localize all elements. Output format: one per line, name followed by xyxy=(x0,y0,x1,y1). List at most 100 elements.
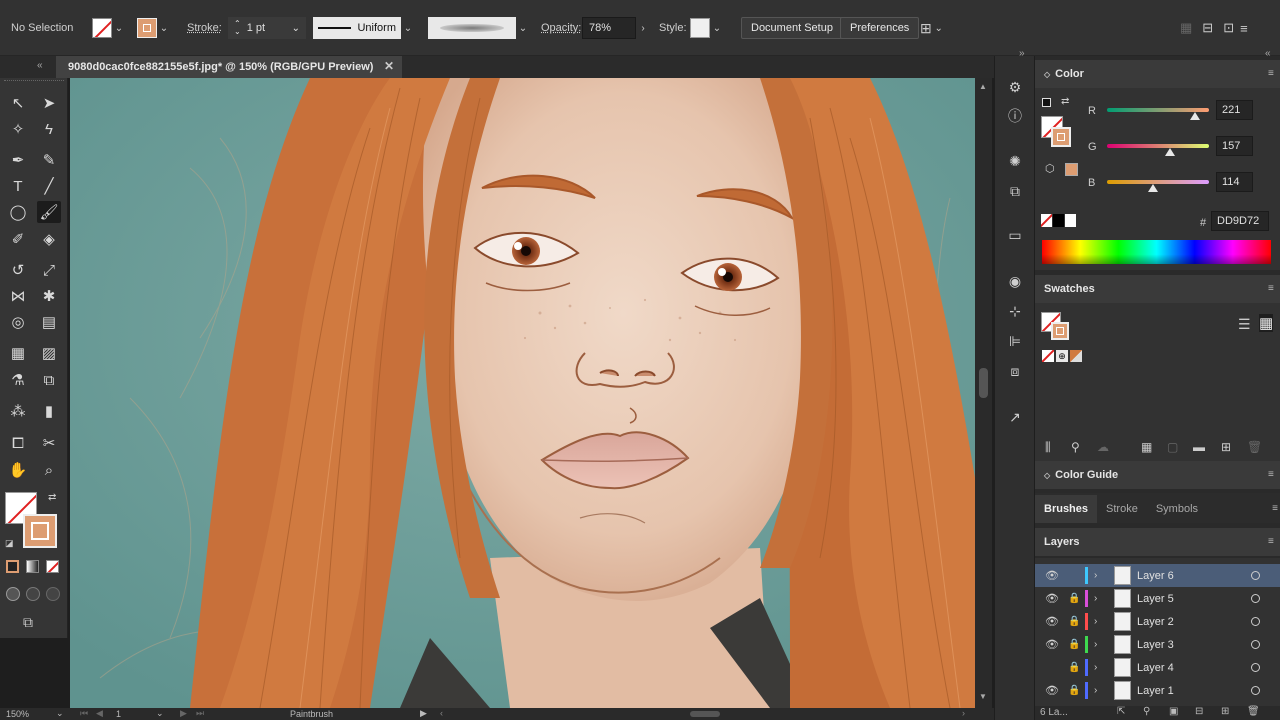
color-stroke-swatch[interactable] xyxy=(1051,127,1071,147)
layer-name[interactable]: Layer 1 xyxy=(1137,685,1174,697)
registration-swatch[interactable]: ⊕ xyxy=(1056,350,1068,362)
artboard-number[interactable]: 1 xyxy=(116,709,121,719)
blend-tool-icon[interactable]: ⧉ xyxy=(37,369,61,391)
b-slider-thumb[interactable] xyxy=(1148,184,1158,192)
show-swatch-kinds-icon[interactable]: ⚲ xyxy=(1071,440,1080,454)
delete-swatch-icon[interactable]: 🗑 xyxy=(1247,440,1262,454)
chevron-down-icon[interactable]: ⌄ xyxy=(156,708,164,719)
b-slider[interactable] xyxy=(1107,180,1209,184)
screen-mode-icon[interactable]: ⧉ xyxy=(23,614,33,631)
transform-icon[interactable]: ⊡ xyxy=(1223,20,1234,36)
hex-value-field[interactable]: DD9D72 xyxy=(1211,211,1269,231)
color-group-icon[interactable]: ▢ xyxy=(1167,440,1178,454)
gradient-mode-icon[interactable] xyxy=(26,560,39,573)
toolbar-grip[interactable] xyxy=(4,80,64,83)
portrait-artwork[interactable] xyxy=(70,78,975,708)
panel-menu-icon[interactable]: ≡ xyxy=(1268,536,1278,547)
layer-name[interactable]: Layer 5 xyxy=(1137,593,1174,605)
grid-view-icon[interactable]: ▦ xyxy=(1259,314,1274,332)
layer-row[interactable]: 👁 🔒 › Layer 2 xyxy=(1035,610,1280,633)
arrange-icon[interactable]: ⊞ xyxy=(920,20,932,37)
chevron-right-icon[interactable]: › xyxy=(1094,616,1097,627)
scroll-left-arrow-icon[interactable]: ‹ xyxy=(440,708,443,718)
transform-panel-icon[interactable]: ⊹ xyxy=(1004,300,1026,322)
swatch-options-icon[interactable]: ▦ xyxy=(1141,440,1152,454)
export-icon[interactable]: ⇱ xyxy=(1117,706,1125,717)
swap-colors-icon[interactable]: ⇄ xyxy=(1061,96,1069,107)
r-value-field[interactable]: 221 xyxy=(1216,100,1253,120)
chevron-down-icon[interactable]: ⌄ xyxy=(401,23,415,34)
ellipse-tool-icon[interactable]: ◯ xyxy=(6,201,30,223)
none-color-swatch[interactable] xyxy=(1041,214,1052,227)
zoom-tool-icon[interactable]: ⌕ xyxy=(37,459,61,481)
curvature-tool-icon[interactable]: ✎ xyxy=(37,149,61,171)
chevron-right-icon[interactable]: › xyxy=(1094,685,1097,696)
default-colors-icon[interactable] xyxy=(1042,98,1051,107)
chevron-down-icon[interactable]: ⌄ xyxy=(112,23,126,34)
chevron-down-icon[interactable]: ⌄ xyxy=(56,708,64,719)
r-slider-thumb[interactable] xyxy=(1190,112,1200,120)
none-mode-icon[interactable] xyxy=(46,560,59,573)
artboard-canvas[interactable] xyxy=(70,78,975,708)
chevron-down-icon[interactable]: ⌄ xyxy=(157,23,171,34)
list-view-icon[interactable]: ☰ xyxy=(1238,316,1251,333)
document-tab[interactable]: 9080d0cac0fce882155e5f.jpg* @ 150% (RGB/… xyxy=(56,56,402,78)
width-tool-icon[interactable]: ⋈ xyxy=(6,285,30,307)
next-artboard-icon[interactable]: ▶ xyxy=(180,708,187,719)
color-mode-icon[interactable] xyxy=(6,560,19,573)
panel-menu-icon[interactable]: ≡ xyxy=(1268,469,1278,480)
g-slider[interactable] xyxy=(1107,144,1209,148)
target-circle-icon[interactable] xyxy=(1251,571,1260,580)
collapse-dock-icon[interactable]: « xyxy=(1265,48,1271,59)
slice-tool-icon[interactable]: ✂ xyxy=(37,432,61,454)
asset-export-icon[interactable]: ⧉ xyxy=(1004,180,1026,202)
menu-icon[interactable]: ≡ xyxy=(1240,21,1248,36)
lock-icon[interactable]: 🔒 xyxy=(1068,639,1080,650)
rotate-tool-icon[interactable]: ↺ xyxy=(6,259,30,281)
swap-fill-stroke-icon[interactable]: ⇄ xyxy=(48,492,56,503)
web-safe-color-swatch[interactable] xyxy=(1065,163,1078,176)
layers-panel-header[interactable]: Layers ≡ xyxy=(1035,528,1280,556)
shape-builder-tool-icon[interactable]: ◎ xyxy=(6,311,30,333)
target-circle-icon[interactable] xyxy=(1251,594,1260,603)
artboard-tool-icon[interactable]: ⧠ xyxy=(6,432,30,454)
info-icon[interactable]: ⓘ xyxy=(1004,105,1026,127)
graphic-style-swatch[interactable] xyxy=(690,18,710,38)
swatch-libraries-icon[interactable]: ⫼ xyxy=(1045,440,1051,455)
vertical-scrollbar[interactable]: ▲ ▼ xyxy=(975,78,992,708)
puppet-warp-tool-icon[interactable]: ✱ xyxy=(37,285,61,307)
cloud-icon[interactable]: ☁ xyxy=(1097,440,1109,454)
new-swatch-icon[interactable]: ⊞ xyxy=(1221,440,1231,454)
hand-tool-icon[interactable]: ✋ xyxy=(6,459,30,481)
swatches-panel-header[interactable]: Swatches ≡ xyxy=(1035,275,1280,303)
preferences-button[interactable]: Preferences xyxy=(840,17,920,39)
paintbrush-tool-icon[interactable]: 🖌 xyxy=(37,201,61,223)
layer-row[interactable]: 👁 🔒 › Layer 1 xyxy=(1035,679,1280,702)
panel-menu-icon[interactable]: ≡ xyxy=(1272,503,1278,514)
opacity-field[interactable]: 78% xyxy=(582,17,636,39)
scale-tool-icon[interactable]: ⤢ xyxy=(37,259,61,281)
lock-icon[interactable]: 🔒 xyxy=(1068,662,1080,673)
scroll-thumb[interactable] xyxy=(979,368,988,398)
tab-symbols[interactable]: Symbols xyxy=(1147,495,1207,523)
b-value-field[interactable]: 114 xyxy=(1216,172,1253,192)
horizontal-scroll-thumb[interactable] xyxy=(690,711,720,717)
appearance-icon[interactable]: ✺ xyxy=(1004,150,1026,172)
eye-icon[interactable]: 👁 xyxy=(1045,615,1059,628)
locate-object-icon[interactable]: ⚲ xyxy=(1143,706,1150,717)
lasso-tool-icon[interactable]: ϟ xyxy=(37,118,61,140)
out-of-gamut-icon[interactable]: ⬡ xyxy=(1045,162,1055,175)
layer-row[interactable]: 👁 🔒 › Layer 5 xyxy=(1035,587,1280,610)
pathfinder-icon[interactable]: ⧈ xyxy=(1004,360,1026,382)
g-slider-thumb[interactable] xyxy=(1165,148,1175,156)
chevron-down-icon[interactable]: ⌄ xyxy=(710,23,724,34)
eye-icon[interactable]: 👁 xyxy=(1045,592,1059,605)
chevron-right-icon[interactable]: › xyxy=(1094,593,1097,604)
swatch-stroke-indicator[interactable] xyxy=(1051,322,1069,340)
target-circle-icon[interactable] xyxy=(1251,640,1260,649)
lock-icon[interactable]: 🔒 xyxy=(1068,593,1080,604)
magic-wand-tool-icon[interactable]: ✧ xyxy=(6,118,30,140)
chevron-right-icon[interactable]: › xyxy=(1094,662,1097,673)
first-artboard-icon[interactable]: ⏮ xyxy=(80,708,88,719)
new-layer-icon[interactable]: ⊞ xyxy=(1221,706,1229,717)
